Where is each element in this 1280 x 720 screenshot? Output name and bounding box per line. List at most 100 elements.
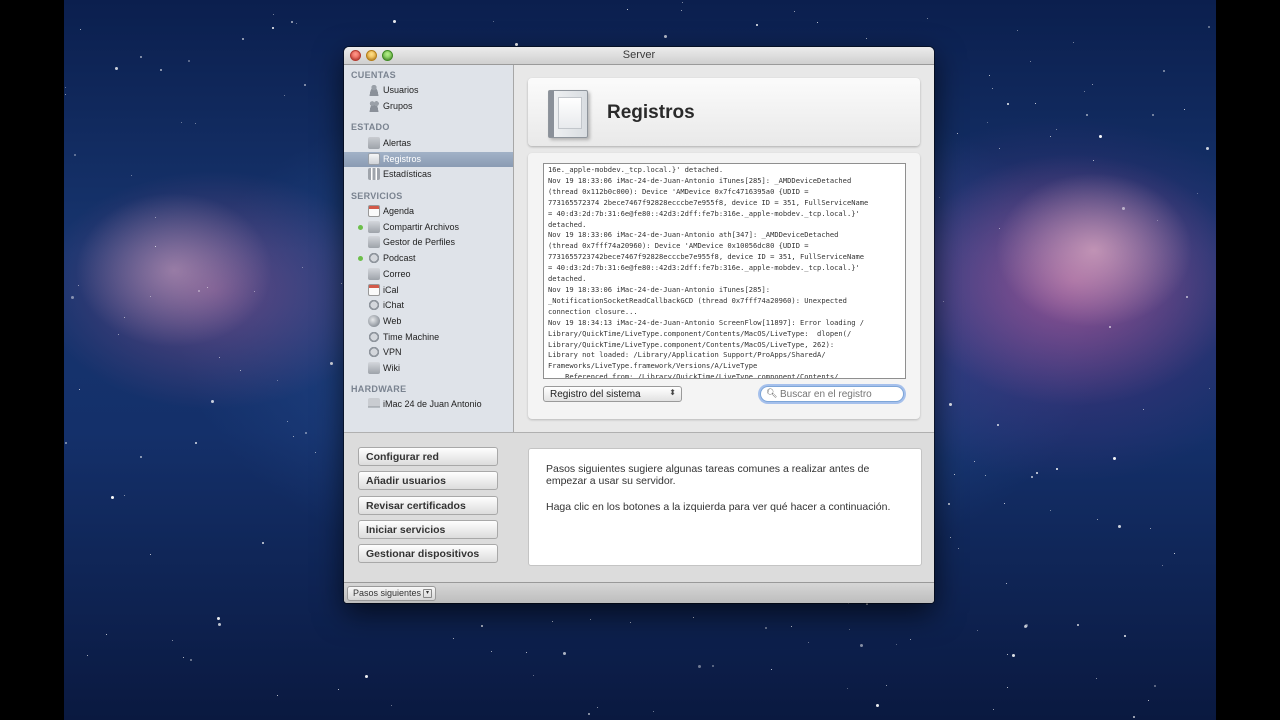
next-step-button-label: Revisar certificados bbox=[366, 499, 466, 512]
star bbox=[1092, 84, 1093, 85]
star bbox=[1154, 685, 1156, 687]
star bbox=[927, 18, 928, 19]
star bbox=[526, 652, 527, 653]
folder-icon bbox=[368, 220, 380, 233]
star bbox=[242, 38, 244, 40]
star bbox=[1122, 207, 1125, 210]
star bbox=[172, 640, 173, 641]
sidebar-item-label: Estadísticas bbox=[383, 169, 432, 180]
star bbox=[195, 123, 196, 124]
next-steps-toggle-button[interactable]: Pasos siguientes ▾ bbox=[347, 586, 437, 601]
star bbox=[150, 554, 151, 555]
star bbox=[273, 14, 274, 15]
star bbox=[1197, 193, 1198, 194]
star bbox=[140, 456, 142, 458]
star bbox=[1030, 61, 1031, 62]
next-step-button-2[interactable]: Añadir usuarios bbox=[358, 471, 498, 491]
star bbox=[1004, 503, 1005, 504]
sidebar-item-gestor-de-perfiles[interactable]: Gestor de Perfiles bbox=[344, 235, 513, 250]
star bbox=[1084, 91, 1085, 92]
sidebar-item-alertas[interactable]: Alertas bbox=[344, 136, 513, 151]
page-title: Registros bbox=[607, 102, 695, 123]
star bbox=[391, 705, 392, 706]
star bbox=[771, 669, 772, 670]
star bbox=[848, 603, 849, 604]
sidebar-item-imac-24-de-juan-antonio[interactable]: iMac 24 de Juan Antonio bbox=[344, 397, 513, 412]
log-search-input[interactable] bbox=[780, 388, 898, 400]
star bbox=[293, 436, 294, 437]
star bbox=[65, 442, 67, 444]
sidebar-item-podcast[interactable]: Podcast bbox=[344, 251, 513, 266]
star bbox=[1050, 510, 1051, 511]
star bbox=[860, 644, 863, 647]
sidebar-item-web[interactable]: Web bbox=[344, 314, 513, 329]
star bbox=[1109, 326, 1111, 328]
log-source-select[interactable]: Registro del sistema ⬍ bbox=[543, 386, 682, 402]
star bbox=[1036, 472, 1038, 474]
star bbox=[79, 389, 80, 390]
next-step-button-3[interactable]: Revisar certificados bbox=[358, 495, 498, 515]
next-step-button-4[interactable]: Iniciar servicios bbox=[358, 519, 498, 539]
next-step-button-1[interactable]: Configurar red bbox=[358, 447, 498, 466]
next-step-button-label: Gestionar dispositivos bbox=[366, 548, 480, 561]
star bbox=[218, 623, 221, 626]
sidebar-item-label: Podcast bbox=[383, 253, 416, 264]
calendar-icon bbox=[368, 205, 380, 217]
star bbox=[198, 290, 200, 292]
log-search-field[interactable]: 🔍︎ bbox=[760, 386, 904, 402]
star bbox=[1093, 160, 1094, 161]
sidebar-item-ical[interactable]: iCal bbox=[344, 283, 513, 298]
star bbox=[262, 542, 264, 544]
sidebar-item-ichat[interactable]: iChat bbox=[344, 298, 513, 313]
title-bar[interactable]: Server bbox=[344, 47, 934, 65]
star bbox=[183, 657, 184, 658]
star bbox=[985, 475, 986, 476]
star bbox=[552, 621, 553, 622]
star bbox=[588, 713, 590, 715]
star bbox=[910, 639, 911, 640]
star bbox=[1006, 583, 1007, 584]
ical-icon bbox=[368, 283, 380, 296]
sidebar-item-agenda[interactable]: Agenda bbox=[344, 204, 513, 219]
sidebar-item-grupos[interactable]: Grupos bbox=[344, 99, 513, 114]
star bbox=[1184, 109, 1185, 110]
star bbox=[1174, 553, 1175, 554]
sidebar-item-estad-sticas[interactable]: Estadísticas bbox=[344, 167, 513, 182]
star bbox=[291, 21, 293, 23]
log-viewer[interactable]: 16e._apple-mobdev._tcp.local.}' detached… bbox=[543, 163, 906, 379]
logs-document-icon bbox=[548, 90, 588, 138]
star bbox=[254, 291, 255, 292]
sidebar-heading-hardware: HARDWARE bbox=[351, 384, 407, 394]
next-steps-text-1: Pasos siguientes sugiere algunas tareas … bbox=[546, 463, 870, 487]
star bbox=[1056, 129, 1057, 130]
sidebar-item-vpn[interactable]: VPN bbox=[344, 345, 513, 360]
star bbox=[1086, 114, 1088, 116]
star bbox=[515, 43, 518, 46]
window-title: Server bbox=[622, 49, 656, 61]
sidebar-item-usuarios[interactable]: Usuarios bbox=[344, 83, 513, 98]
star bbox=[943, 301, 944, 302]
star bbox=[160, 69, 162, 71]
wiki-icon bbox=[368, 362, 380, 374]
star bbox=[1209, 388, 1210, 389]
star bbox=[533, 675, 534, 676]
user-icon bbox=[368, 84, 380, 96]
sidebar-item-label: Grupos bbox=[383, 100, 413, 111]
star bbox=[1007, 103, 1009, 105]
sidebar-heading-cuentas: CUENTAS bbox=[351, 70, 396, 80]
next-step-button-5[interactable]: Gestionar dispositivos bbox=[358, 544, 498, 564]
star bbox=[211, 400, 214, 403]
star bbox=[949, 403, 952, 406]
star bbox=[87, 655, 88, 656]
star bbox=[886, 685, 887, 686]
sidebar-item-registros[interactable]: Registros bbox=[344, 151, 513, 167]
star bbox=[712, 665, 714, 667]
sidebar-item-wiki[interactable]: Wiki bbox=[344, 361, 513, 376]
star bbox=[1024, 625, 1027, 628]
star bbox=[155, 246, 156, 247]
sidebar-item-correo[interactable]: Correo bbox=[344, 267, 513, 282]
star bbox=[190, 659, 192, 661]
sidebar-item-compartir-archivos[interactable]: Compartir Archivos bbox=[344, 220, 513, 235]
sidebar-item-time-machine[interactable]: Time Machine bbox=[344, 330, 513, 345]
star bbox=[997, 424, 999, 426]
